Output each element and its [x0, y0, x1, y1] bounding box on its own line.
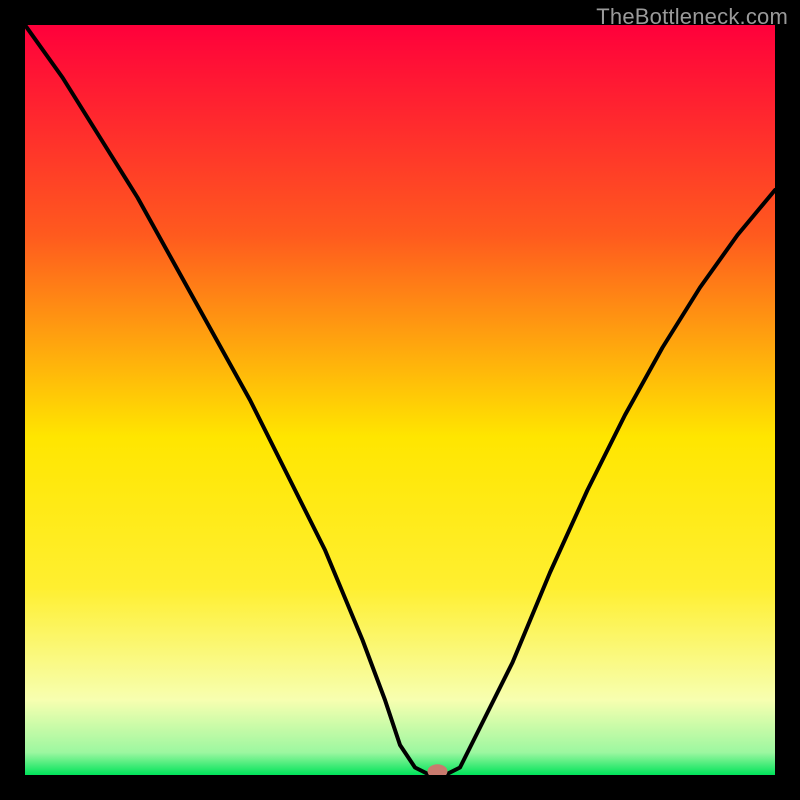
plot-area: [25, 25, 775, 775]
gradient-background: [25, 25, 775, 775]
bottleneck-chart: [25, 25, 775, 775]
chart-container: TheBottleneck.com: [0, 0, 800, 800]
watermark-text: TheBottleneck.com: [596, 4, 788, 30]
